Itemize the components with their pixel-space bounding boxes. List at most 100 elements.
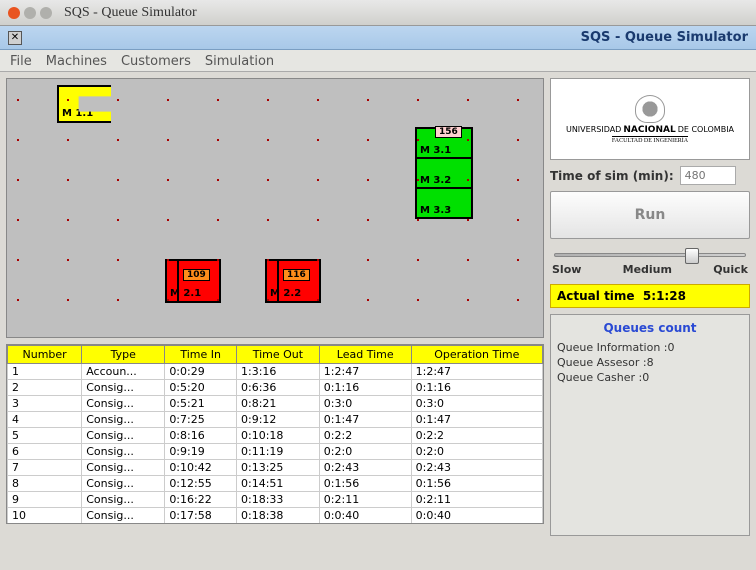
table-row[interactable]: 8Consig...0:12:550:14:510:1:560:1:56 xyxy=(8,476,543,492)
actual-time: Actual time 5:1:28 xyxy=(550,284,750,308)
grid-dot xyxy=(517,139,519,141)
table-row[interactable]: 7Consig...0:10:420:13:250:2:430:2:43 xyxy=(8,460,543,476)
grid-dot xyxy=(517,99,519,101)
table-row[interactable]: 4Consig...0:7:250:9:120:1:470:1:47 xyxy=(8,412,543,428)
results-table: NumberTypeTime InTime OutLead TimeOperat… xyxy=(7,345,543,524)
results-table-wrap[interactable]: NumberTypeTime InTime OutLead TimeOperat… xyxy=(6,344,544,524)
grid-dot xyxy=(367,99,369,101)
grid-dot xyxy=(317,219,319,221)
run-button[interactable]: Run xyxy=(550,191,750,239)
grid-dot xyxy=(217,259,219,261)
grid-dot xyxy=(317,99,319,101)
table-row[interactable]: 2Consig...0:5:200:6:360:1:160:1:16 xyxy=(8,380,543,396)
machine-label: M 2.2 xyxy=(270,288,301,299)
queues-title: Queues count xyxy=(557,321,743,335)
slider-thumb[interactable] xyxy=(685,248,699,264)
menu-machines[interactable]: Machines xyxy=(46,54,107,67)
machine-label: M 1.1 xyxy=(62,108,93,119)
grid-dot xyxy=(417,139,419,141)
table-row[interactable]: 6Consig...0:9:190:11:190:2:00:2:0 xyxy=(8,444,543,460)
grid-dot xyxy=(117,139,119,141)
grid-dot xyxy=(17,99,19,101)
grid-dot xyxy=(217,179,219,181)
grid-dot xyxy=(167,219,169,221)
col-time-in[interactable]: Time In xyxy=(165,346,237,364)
grid-dot xyxy=(317,299,319,301)
menu-simulation[interactable]: Simulation xyxy=(205,54,274,67)
grid-dot xyxy=(167,179,169,181)
speed-slider[interactable]: Slow Medium Quick xyxy=(550,245,750,278)
col-time-out[interactable]: Time Out xyxy=(237,346,320,364)
grid-dot xyxy=(367,179,369,181)
col-type[interactable]: Type xyxy=(82,346,165,364)
grid-dot xyxy=(217,299,219,301)
minimize-icon[interactable] xyxy=(24,7,36,19)
grid-dot xyxy=(317,139,319,141)
table-row[interactable]: 10Consig...0:17:580:18:380:0:400:0:40 xyxy=(8,508,543,524)
grid-dot xyxy=(117,99,119,101)
grid-dot xyxy=(117,299,119,301)
queue-info-value: 0 xyxy=(668,341,675,354)
grid-dot xyxy=(117,179,119,181)
grid-dot xyxy=(367,299,369,301)
grid-dot xyxy=(67,299,69,301)
grid-dot xyxy=(17,299,19,301)
grid-dot xyxy=(367,139,369,141)
machine-1-1[interactable]: M 1.1 xyxy=(57,85,111,123)
menu-customers[interactable]: Customers xyxy=(121,54,191,67)
grid-dot xyxy=(117,219,119,221)
maximize-icon[interactable] xyxy=(40,7,52,19)
slider-slow-label: Slow xyxy=(552,263,581,276)
slider-labels: Slow Medium Quick xyxy=(550,263,750,276)
machine-3-3[interactable]: M 3.3 xyxy=(415,187,473,219)
grid-dot xyxy=(17,219,19,221)
ticket-116: 116 xyxy=(283,269,310,281)
table-row[interactable]: 9Consig...0:16:220:18:330:2:110:2:11 xyxy=(8,492,543,508)
sim-time-input[interactable] xyxy=(680,166,736,185)
grid-dot xyxy=(417,219,419,221)
slider-track[interactable] xyxy=(554,253,746,257)
machine-3-2[interactable]: M 3.2 xyxy=(415,157,473,189)
grid-dot xyxy=(267,219,269,221)
grid-dot xyxy=(67,179,69,181)
table-row[interactable]: 1Accoun...0:0:291:3:161:2:471:2:47 xyxy=(8,364,543,380)
machine-label: M 3.2 xyxy=(420,175,451,186)
menu-file[interactable]: File xyxy=(10,54,32,67)
grid-dot xyxy=(67,219,69,221)
table-row[interactable]: 5Consig...0:8:160:10:180:2:20:2:2 xyxy=(8,428,543,444)
grid-dot xyxy=(167,99,169,101)
close-icon[interactable] xyxy=(8,7,20,19)
grid-dot xyxy=(117,259,119,261)
grid-dot xyxy=(317,259,319,261)
grid-dot xyxy=(367,259,369,261)
grid-dot xyxy=(267,139,269,141)
inner-close-icon[interactable]: ✕ xyxy=(8,31,22,45)
grid-dot xyxy=(467,179,469,181)
grid-dot xyxy=(167,259,169,261)
grid-dot xyxy=(517,259,519,261)
grid-dot xyxy=(467,259,469,261)
traffic-lights xyxy=(8,7,52,19)
sim-time-row: Time of sim (min): xyxy=(550,166,750,185)
slider-medium-label: Medium xyxy=(623,263,672,276)
machine-group-3: 156 M 3.1 M 3.2 M 3.3 xyxy=(415,129,473,219)
machine-2-2[interactable]: 116 M 2.2 xyxy=(265,259,321,303)
grid-dot xyxy=(167,299,169,301)
col-lead-time[interactable]: Lead Time xyxy=(319,346,411,364)
grid-dot xyxy=(17,139,19,141)
grid-dot xyxy=(67,259,69,261)
grid-dot xyxy=(367,219,369,221)
table-row[interactable]: 3Consig...0:5:210:8:210:3:00:3:0 xyxy=(8,396,543,412)
queue-casher-value: 0 xyxy=(642,371,649,384)
grid-dot xyxy=(467,99,469,101)
table-row[interactable]: 11Consig...0:19:170:20:460:1:290:1:29 xyxy=(8,524,543,525)
col-operation-time[interactable]: Operation Time xyxy=(411,346,542,364)
col-number[interactable]: Number xyxy=(8,346,82,364)
grid-dot xyxy=(517,179,519,181)
grid-dot xyxy=(417,179,419,181)
simulation-canvas[interactable]: M 1.1 156 M 3.1 M 3.2 M 3.3 109 M 2.1 11… xyxy=(6,78,544,338)
machine-2-1[interactable]: 109 M 2.1 xyxy=(165,259,221,303)
university-logo: UNIVERSIDAD NACIONAL DE COLOMBIA FACULTA… xyxy=(550,78,750,160)
grid-dot xyxy=(417,299,419,301)
grid-dot xyxy=(67,99,69,101)
